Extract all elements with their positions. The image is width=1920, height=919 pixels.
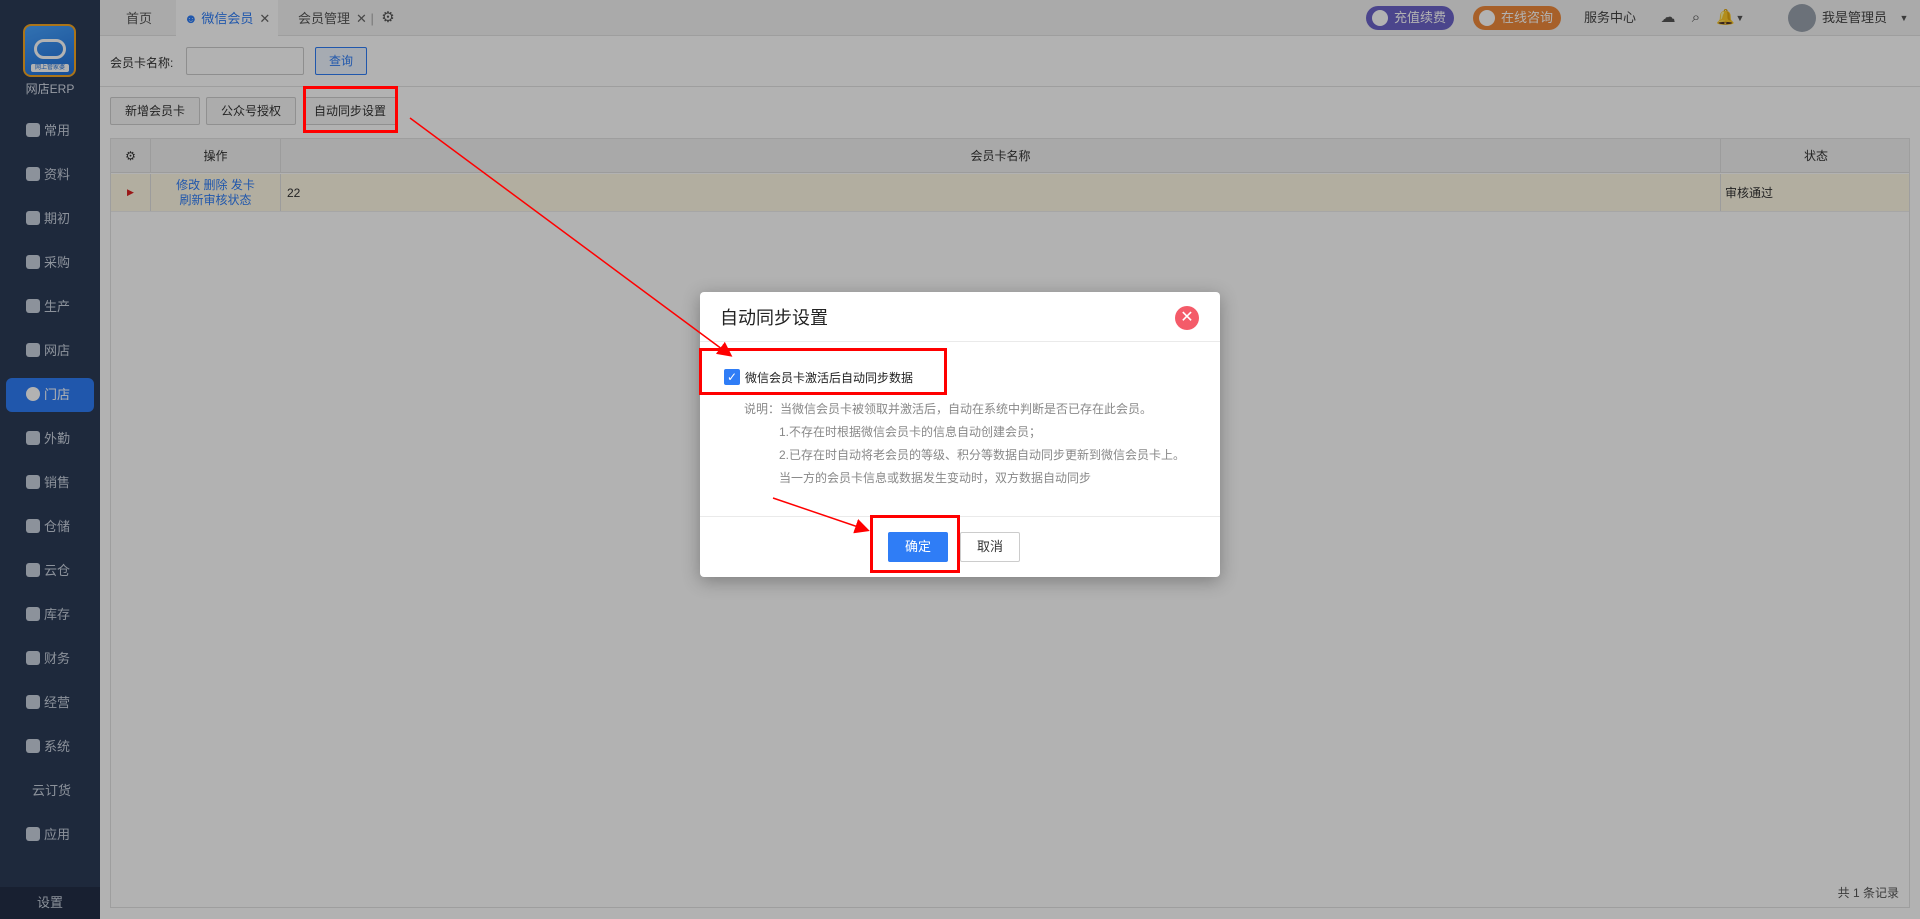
- arrow-to-confirm: [772, 497, 870, 534]
- arrow-to-checkbox: [409, 117, 733, 357]
- annotation-arrows: [409, 117, 870, 534]
